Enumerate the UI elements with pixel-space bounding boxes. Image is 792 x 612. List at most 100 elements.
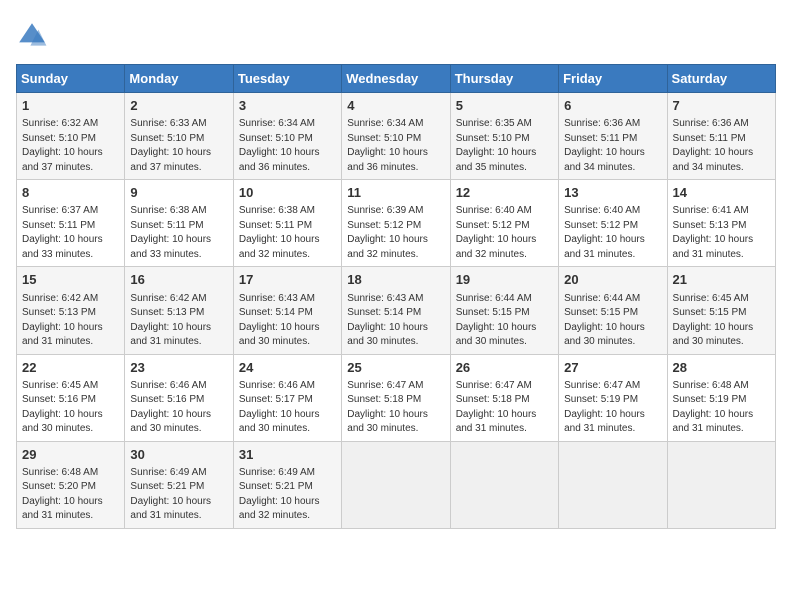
day-number: 22 bbox=[22, 359, 119, 377]
day-info: Sunrise: 6:46 AM Sunset: 5:17 PM Dayligh… bbox=[239, 379, 336, 437]
day-info: Sunrise: 6:35 AM Sunset: 5:10 PM Dayligh… bbox=[456, 117, 553, 175]
logo bbox=[16, 20, 52, 52]
weekday-row: SundayMondayTuesdayWednesdayThursdayFrid… bbox=[17, 65, 776, 93]
day-number: 3 bbox=[239, 97, 336, 115]
calendar-week-row: 8 Sunrise: 6:37 AM Sunset: 5:11 PM Daylig… bbox=[17, 180, 776, 267]
day-info: Sunrise: 6:46 AM Sunset: 5:16 PM Dayligh… bbox=[130, 379, 227, 437]
calendar-header: SundayMondayTuesdayWednesdayThursdayFrid… bbox=[17, 65, 776, 93]
day-number: 25 bbox=[347, 359, 444, 377]
calendar-cell: 27 Sunrise: 6:47 AM Sunset: 5:19 PM Dayli… bbox=[559, 354, 667, 441]
day-number: 26 bbox=[456, 359, 553, 377]
day-number: 2 bbox=[130, 97, 227, 115]
calendar-cell: 15Sunrise: 6:42 AM Sunset: 5:13 PM Dayli… bbox=[17, 267, 125, 354]
day-info: Sunrise: 6:39 AM Sunset: 5:12 PM Dayligh… bbox=[347, 204, 444, 262]
day-info: Sunrise: 6:42 AM Sunset: 5:13 PM Dayligh… bbox=[130, 292, 227, 350]
page-header bbox=[16, 16, 776, 52]
calendar-cell: 4Sunrise: 6:34 AM Sunset: 5:10 PM Daylig… bbox=[342, 93, 450, 180]
calendar-cell: 8 Sunrise: 6:37 AM Sunset: 5:11 PM Daylig… bbox=[17, 180, 125, 267]
day-info: Sunrise: 6:34 AM Sunset: 5:10 PM Dayligh… bbox=[239, 117, 336, 175]
day-info: Sunrise: 6:37 AM Sunset: 5:11 PM Dayligh… bbox=[22, 204, 119, 262]
day-info: Sunrise: 6:45 AM Sunset: 5:15 PM Dayligh… bbox=[673, 292, 770, 350]
weekday-header: Wednesday bbox=[342, 65, 450, 93]
day-info: Sunrise: 6:48 AM Sunset: 5:19 PM Dayligh… bbox=[673, 379, 770, 437]
calendar-cell: 25 Sunrise: 6:47 AM Sunset: 5:18 PM Dayli… bbox=[342, 354, 450, 441]
calendar-week-row: 22Sunrise: 6:45 AM Sunset: 5:16 PM Dayli… bbox=[17, 354, 776, 441]
calendar-cell: 21 Sunrise: 6:45 AM Sunset: 5:15 PM Dayli… bbox=[667, 267, 775, 354]
calendar-cell: 26Sunrise: 6:47 AM Sunset: 5:18 PM Dayli… bbox=[450, 354, 558, 441]
weekday-header: Thursday bbox=[450, 65, 558, 93]
day-number: 23 bbox=[130, 359, 227, 377]
calendar-cell: 16 Sunrise: 6:42 AM Sunset: 5:13 PM Dayli… bbox=[125, 267, 233, 354]
calendar-cell: 1Sunrise: 6:32 AM Sunset: 5:10 PM Daylig… bbox=[17, 93, 125, 180]
weekday-header: Friday bbox=[559, 65, 667, 93]
day-number: 6 bbox=[564, 97, 661, 115]
day-number: 28 bbox=[673, 359, 770, 377]
calendar-cell: 10 Sunrise: 6:38 AM Sunset: 5:11 PM Dayli… bbox=[233, 180, 341, 267]
calendar-table: SundayMondayTuesdayWednesdayThursdayFrid… bbox=[16, 64, 776, 529]
day-number: 9 bbox=[130, 184, 227, 202]
day-info: Sunrise: 6:43 AM Sunset: 5:14 PM Dayligh… bbox=[239, 292, 336, 350]
calendar-cell: 2 Sunrise: 6:33 AM Sunset: 5:10 PM Daylig… bbox=[125, 93, 233, 180]
calendar-cell: 12Sunrise: 6:40 AM Sunset: 5:12 PM Dayli… bbox=[450, 180, 558, 267]
day-number: 29 bbox=[22, 446, 119, 464]
day-number: 4 bbox=[347, 97, 444, 115]
day-number: 20 bbox=[564, 271, 661, 289]
calendar-week-row: 15 Sunrise: 6:42 AM Sunset: 5:13 PM Dayli… bbox=[17, 267, 776, 354]
day-info: Sunrise: 6:38 AM Sunset: 5:11 PM Dayligh… bbox=[130, 204, 227, 262]
calendar-cell: 14Sunrise: 6:41 AM Sunset: 5:13 PM Dayli… bbox=[667, 180, 775, 267]
day-info: Sunrise: 6:47 AM Sunset: 5:18 PM Dayligh… bbox=[347, 379, 444, 437]
calendar-body: 1Sunrise: 6:32 AM Sunset: 5:10 PM Daylig… bbox=[17, 93, 776, 529]
day-info: Sunrise: 6:47 AM Sunset: 5:19 PM Dayligh… bbox=[564, 379, 661, 437]
day-number: 5 bbox=[456, 97, 553, 115]
day-number: 19 bbox=[456, 271, 553, 289]
calendar-cell: 28 Sunrise: 6:48 AM Sunset: 5:19 PM Dayli… bbox=[667, 354, 775, 441]
day-info: Sunrise: 6:49 AM Sunset: 5:21 PM Dayligh… bbox=[239, 466, 336, 524]
calendar-cell: 13 Sunrise: 6:40 AM Sunset: 5:12 PM Dayli… bbox=[559, 180, 667, 267]
calendar-cell bbox=[559, 441, 667, 528]
calendar-cell bbox=[667, 441, 775, 528]
day-info: Sunrise: 6:40 AM Sunset: 5:12 PM Dayligh… bbox=[456, 204, 553, 262]
calendar-cell: 7 Sunrise: 6:36 AM Sunset: 5:11 PM Daylig… bbox=[667, 93, 775, 180]
day-number: 7 bbox=[673, 97, 770, 115]
day-info: Sunrise: 6:41 AM Sunset: 5:13 PM Dayligh… bbox=[673, 204, 770, 262]
day-number: 18 bbox=[347, 271, 444, 289]
day-number: 8 bbox=[22, 184, 119, 202]
calendar-cell: 18 Sunrise: 6:43 AM Sunset: 5:14 PM Dayli… bbox=[342, 267, 450, 354]
day-number: 15 bbox=[22, 271, 119, 289]
weekday-header: Tuesday bbox=[233, 65, 341, 93]
calendar-week-row: 29 Sunrise: 6:48 AM Sunset: 5:20 PM Dayli… bbox=[17, 441, 776, 528]
calendar-cell: 30 Sunrise: 6:49 AM Sunset: 5:21 PM Dayli… bbox=[125, 441, 233, 528]
day-info: Sunrise: 6:40 AM Sunset: 5:12 PM Dayligh… bbox=[564, 204, 661, 262]
calendar-cell: 11 Sunrise: 6:39 AM Sunset: 5:12 PM Dayli… bbox=[342, 180, 450, 267]
day-number: 1 bbox=[22, 97, 119, 115]
day-number: 21 bbox=[673, 271, 770, 289]
calendar-cell: 29 Sunrise: 6:48 AM Sunset: 5:20 PM Dayli… bbox=[17, 441, 125, 528]
day-info: Sunrise: 6:36 AM Sunset: 5:11 PM Dayligh… bbox=[564, 117, 661, 175]
calendar-cell: 20 Sunrise: 6:44 AM Sunset: 5:15 PM Dayli… bbox=[559, 267, 667, 354]
logo-icon bbox=[16, 20, 48, 52]
day-info: Sunrise: 6:44 AM Sunset: 5:15 PM Dayligh… bbox=[456, 292, 553, 350]
day-info: Sunrise: 6:38 AM Sunset: 5:11 PM Dayligh… bbox=[239, 204, 336, 262]
calendar-cell bbox=[342, 441, 450, 528]
day-info: Sunrise: 6:36 AM Sunset: 5:11 PM Dayligh… bbox=[673, 117, 770, 175]
day-number: 10 bbox=[239, 184, 336, 202]
day-info: Sunrise: 6:48 AM Sunset: 5:20 PM Dayligh… bbox=[22, 466, 119, 524]
day-info: Sunrise: 6:49 AM Sunset: 5:21 PM Dayligh… bbox=[130, 466, 227, 524]
day-number: 17 bbox=[239, 271, 336, 289]
day-number: 24 bbox=[239, 359, 336, 377]
calendar-cell: 3 Sunrise: 6:34 AM Sunset: 5:10 PM Daylig… bbox=[233, 93, 341, 180]
day-number: 27 bbox=[564, 359, 661, 377]
weekday-header: Monday bbox=[125, 65, 233, 93]
day-info: Sunrise: 6:33 AM Sunset: 5:10 PM Dayligh… bbox=[130, 117, 227, 175]
day-info: Sunrise: 6:43 AM Sunset: 5:14 PM Dayligh… bbox=[347, 292, 444, 350]
calendar-cell: 17 Sunrise: 6:43 AM Sunset: 5:14 PM Dayli… bbox=[233, 267, 341, 354]
day-number: 31 bbox=[239, 446, 336, 464]
day-number: 11 bbox=[347, 184, 444, 202]
weekday-header: Saturday bbox=[667, 65, 775, 93]
calendar-cell: 19 Sunrise: 6:44 AM Sunset: 5:15 PM Dayli… bbox=[450, 267, 558, 354]
day-info: Sunrise: 6:44 AM Sunset: 5:15 PM Dayligh… bbox=[564, 292, 661, 350]
day-number: 13 bbox=[564, 184, 661, 202]
day-number: 16 bbox=[130, 271, 227, 289]
day-number: 30 bbox=[130, 446, 227, 464]
calendar-cell: 24 Sunrise: 6:46 AM Sunset: 5:17 PM Dayli… bbox=[233, 354, 341, 441]
